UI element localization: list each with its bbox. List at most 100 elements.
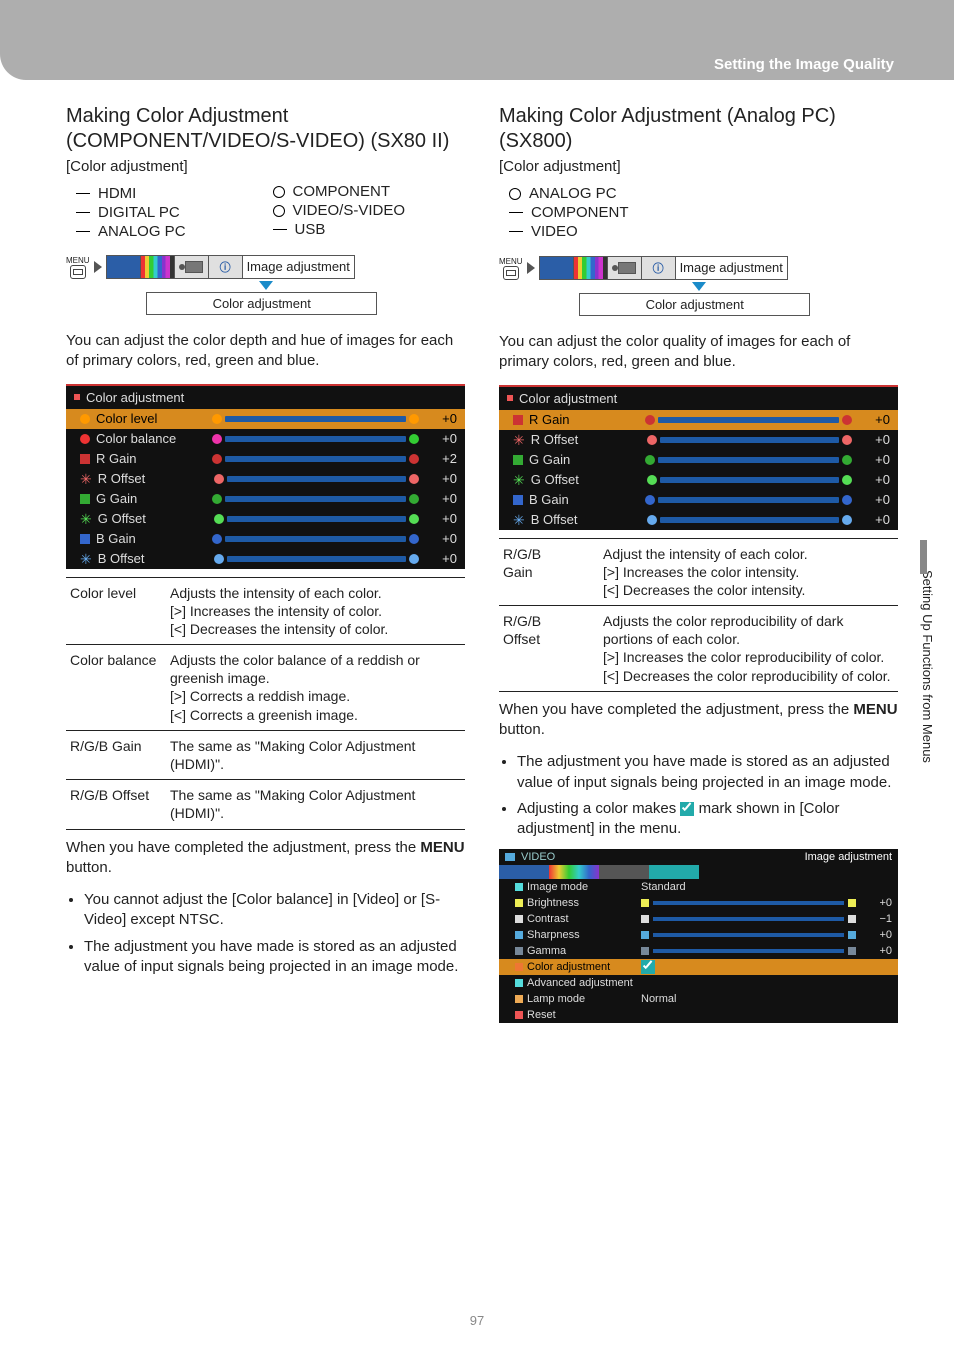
osd-row: Color balance+0: [66, 429, 465, 449]
osd-row-value: +0: [425, 411, 457, 426]
osd2-row-icon: [515, 915, 523, 923]
osd-row-value: +0: [858, 472, 890, 487]
def-desc: Adjust the intensity of each color. [>] …: [599, 538, 898, 606]
slider-right-icon: [842, 475, 852, 485]
def-desc: Adjusts the color balance of a reddish o…: [166, 645, 465, 731]
osd-row: G Gain+0: [499, 450, 898, 470]
osd2-row: Image modeStandard: [499, 879, 898, 895]
osd2-row-icon: [515, 979, 523, 987]
osd-row-value: +0: [858, 412, 890, 427]
osd2-top: VIDEO: [521, 851, 555, 863]
def-term: R/G/B Offset: [66, 780, 166, 829]
osd-row-label: B Gain: [96, 531, 206, 546]
arrow-down-icon: [692, 282, 706, 291]
def-desc: The same as "Making Color Adjustment (HD…: [166, 780, 465, 829]
left-menu-diagram: MENU ⓘ Image adjustment Color adjustment: [66, 255, 465, 315]
circle-icon: [509, 188, 521, 200]
osd2-row: Reset: [499, 1007, 898, 1023]
osd-row-icon: ✳: [513, 475, 525, 485]
dash-icon: [76, 231, 90, 232]
osd2-row-value: +0: [860, 945, 892, 957]
left-def-table: Color levelAdjusts the intensity of each…: [66, 577, 465, 830]
menu-sub-box: Color adjustment: [146, 292, 377, 315]
slider-right-icon: [842, 415, 852, 425]
osd-row-value: +0: [425, 511, 457, 526]
def-desc: Adjusts the intensity of each color. [>]…: [166, 577, 465, 645]
menu-icon: [70, 265, 86, 279]
tab-display-icon: [107, 256, 141, 278]
slider-left-icon: [212, 494, 222, 504]
osd2-row-icon: [515, 931, 523, 939]
left-sub: [Color adjustment]: [66, 158, 465, 175]
input-label: USB: [295, 221, 326, 238]
osd-row: ✳B Offset+0: [499, 510, 898, 530]
osd-row-icon: [513, 455, 523, 465]
input-row: USB: [273, 221, 466, 238]
osd2-row: Sharpness +0: [499, 927, 898, 943]
slider-right-icon: [409, 474, 419, 484]
slider-left-icon: [647, 515, 657, 525]
osd2-row-label: Sharpness: [527, 929, 637, 941]
slider-right-icon: [842, 515, 852, 525]
list-item: Adjusting a color makes mark shown in [C…: [517, 799, 898, 840]
osd-row-label: G Gain: [96, 491, 206, 506]
osd-row-icon: [513, 415, 523, 425]
def-term: Color balance: [66, 645, 166, 731]
osd-row-icon: [80, 454, 90, 464]
dash-icon: [273, 229, 287, 230]
osd-row-label: B Offset: [98, 551, 208, 566]
slider-right-icon: [409, 434, 419, 444]
osd-row-label: R Offset: [98, 471, 208, 486]
osd-row-icon: [80, 534, 90, 544]
right-done: When you have completed the adjustment, …: [499, 700, 898, 741]
slider-bar: [225, 456, 406, 462]
check-icon: [641, 960, 655, 974]
osd2-row: Contrast−1: [499, 911, 898, 927]
osd2-row-icon: [515, 883, 523, 891]
osd-title: Color adjustment: [86, 390, 184, 405]
input-label: VIDEO: [531, 223, 578, 240]
right-inputs: ANALOG PCCOMPONENTVIDEO: [509, 183, 898, 242]
osd-row: ✳G Offset+0: [66, 509, 465, 529]
input-row: VIDEO: [509, 223, 898, 240]
right-h2: Making Color Adjustment (Analog PC) (SX8…: [499, 104, 898, 154]
input-row: DIGITAL PC: [76, 204, 269, 221]
osd2-row-icon: [515, 947, 523, 955]
osd-row-icon: [80, 434, 90, 444]
osd-row-value: +2: [425, 451, 457, 466]
osd-row: G Gain+0: [66, 489, 465, 509]
slider-left-icon: [212, 534, 222, 544]
osd2-row-label: Lamp mode: [527, 993, 637, 1005]
osd-row-value: +0: [858, 452, 890, 467]
input-row: COMPONENT: [273, 183, 466, 200]
check-icon: [680, 802, 694, 816]
header-title: Setting the Image Quality: [714, 56, 894, 73]
left-column: Making Color Adjustment (COMPONENT/VIDEO…: [66, 104, 465, 1023]
osd2-row-value: +0: [860, 929, 892, 941]
tab-image-icon: [574, 257, 608, 279]
osd2-row-value: Standard: [641, 881, 673, 893]
osd-row-label: R Gain: [529, 412, 639, 427]
slider-left-icon: [645, 455, 655, 465]
osd2-tablabel: Image adjustment: [805, 851, 892, 863]
slider-bar: [653, 949, 844, 953]
osd2-row-icon: [515, 963, 523, 971]
osd-row: ✳R Offset+0: [66, 469, 465, 489]
osd2-row-label: Reset: [527, 1009, 637, 1021]
right-intro: You can adjust the color quality of imag…: [499, 332, 898, 373]
osd2-row-icon: [515, 995, 523, 1003]
dash-icon: [76, 212, 90, 213]
slider-right-icon: [842, 455, 852, 465]
slider-bar: [658, 417, 839, 423]
slider-right-icon: [409, 554, 419, 564]
slider-right-icon: [842, 495, 852, 505]
osd-row-icon: [80, 494, 90, 504]
side-tab: Setting Up Functions from Menus: [920, 570, 942, 860]
input-row: ANALOG PC: [509, 185, 898, 202]
tab-info-icon: ⓘ: [209, 256, 243, 278]
osd-row-icon: [80, 414, 90, 424]
menu-tab-label: Image adjustment: [676, 257, 787, 279]
slider-left-icon: [214, 554, 224, 564]
osd-row-value: +0: [425, 551, 457, 566]
osd2-row-icon: [515, 1011, 523, 1019]
